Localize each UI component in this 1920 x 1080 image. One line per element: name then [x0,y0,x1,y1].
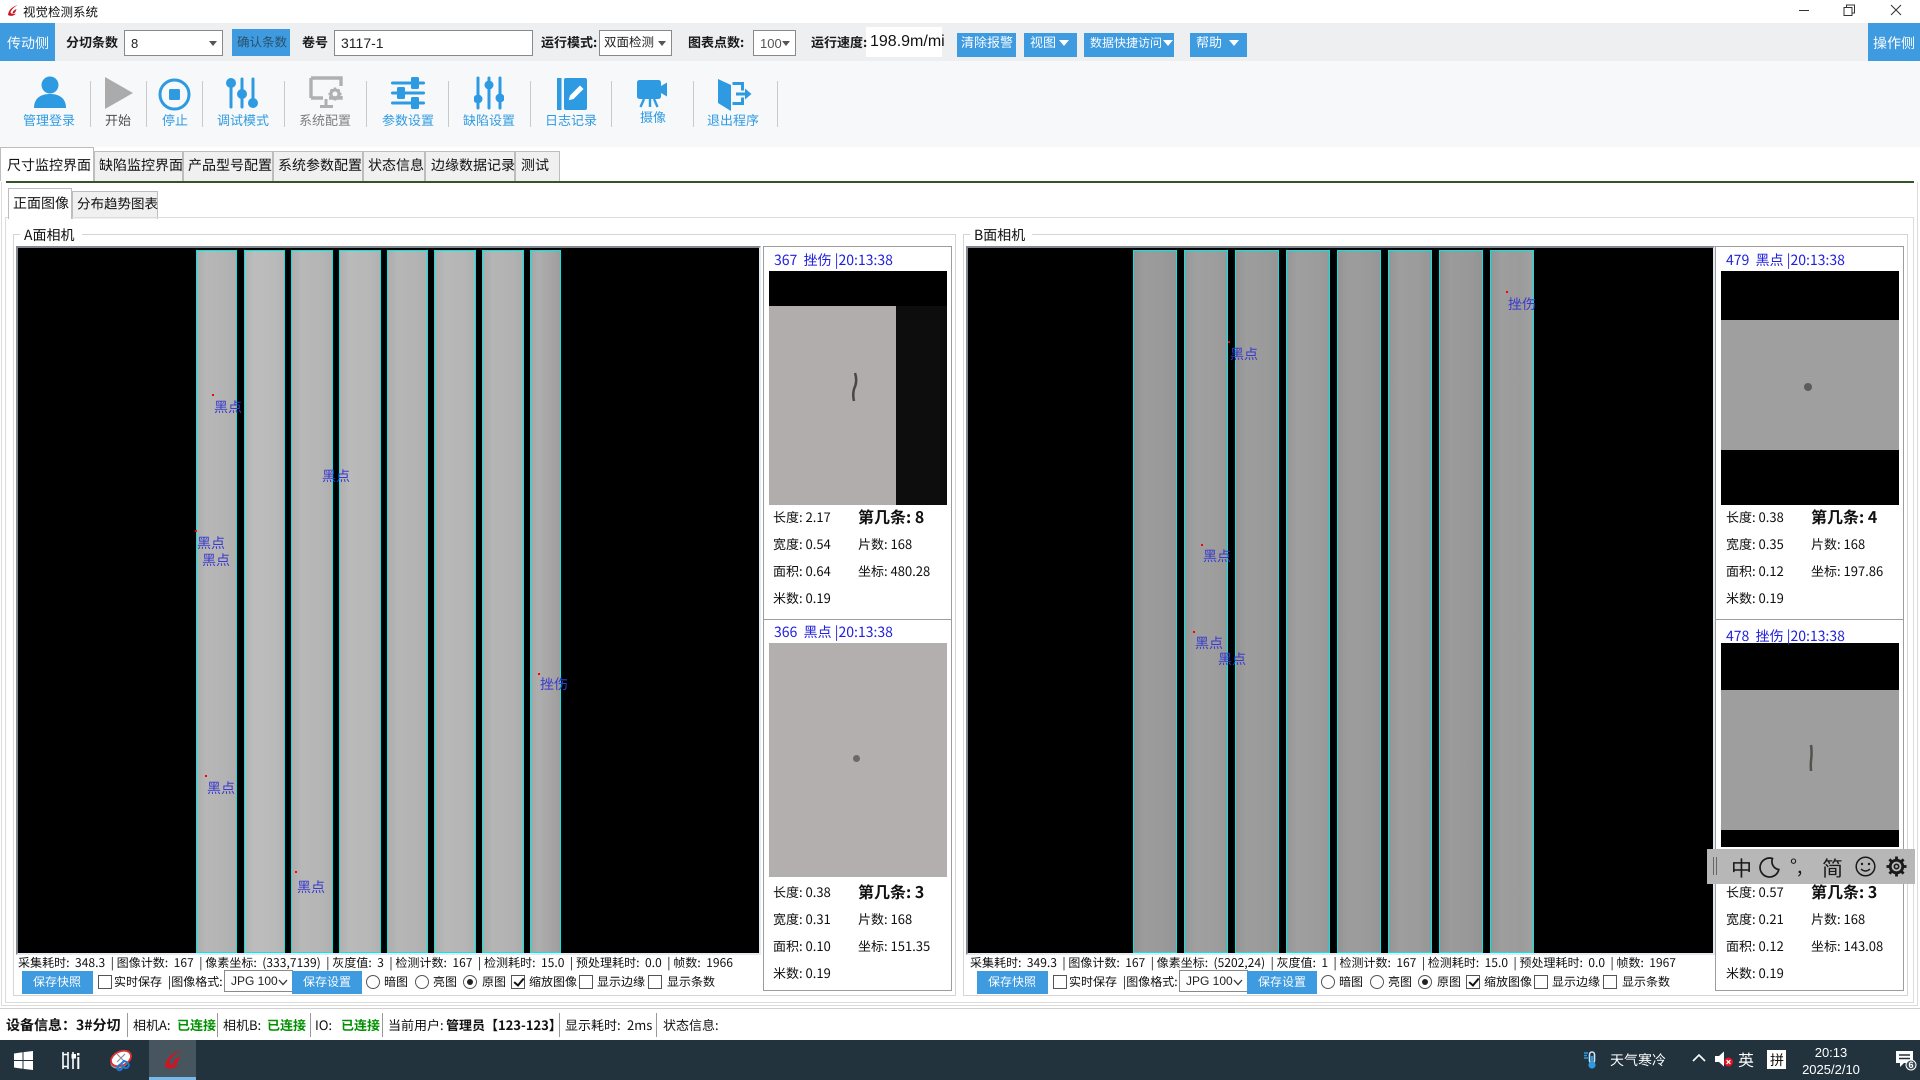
svg-text:6: 6 [1908,1060,1913,1070]
